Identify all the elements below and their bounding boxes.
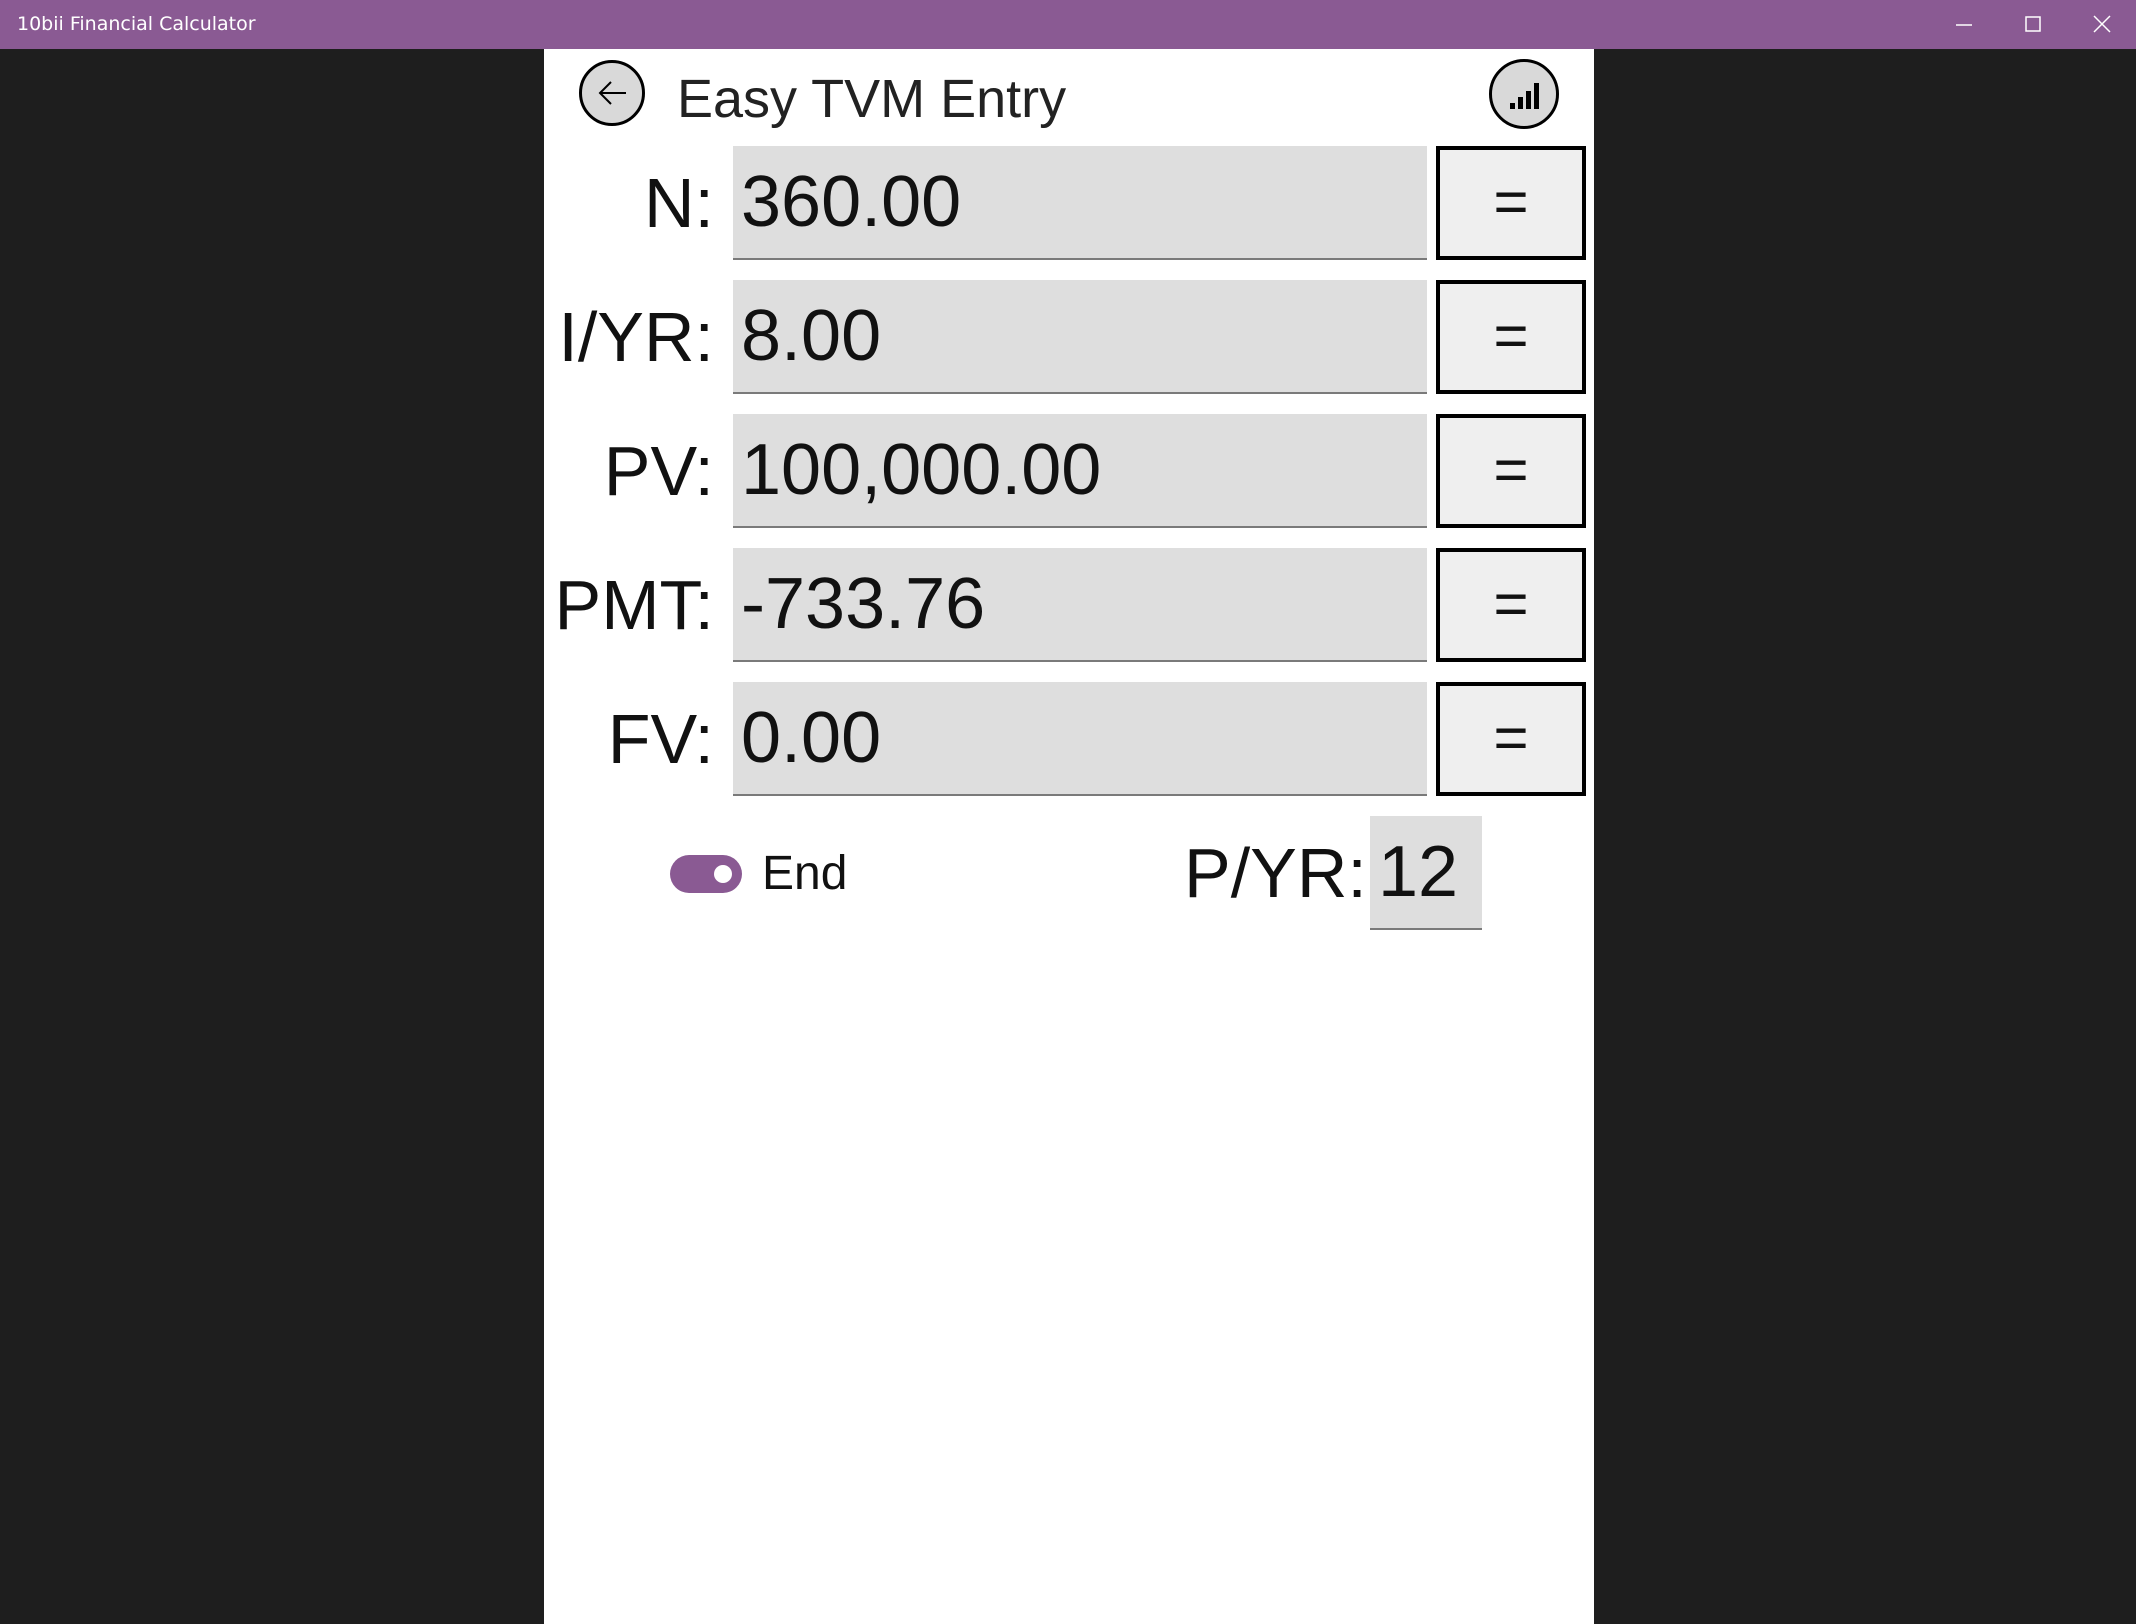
arrow-left-icon: [598, 81, 626, 105]
maximize-button[interactable]: [1999, 0, 2067, 49]
tvm-panel: Easy TVM Entry N: = I/YR: = PV: = PMT: =…: [544, 49, 1594, 1624]
compute-pmt-button[interactable]: =: [1436, 548, 1586, 662]
title-bar: 10bii Financial Calculator: [0, 0, 2136, 49]
pv-label: PV:: [603, 432, 714, 510]
end-toggle-label: End: [762, 847, 848, 900]
compute-pv-button[interactable]: =: [1436, 414, 1586, 528]
window-title: 10bii Financial Calculator: [17, 13, 256, 35]
n-label: N:: [644, 164, 714, 242]
tvm-row-iyr: I/YR: =: [544, 280, 1594, 394]
fv-label: FV:: [607, 700, 714, 778]
tvm-row-n: N: =: [544, 146, 1594, 260]
close-icon: [2093, 15, 2111, 33]
iyr-label: I/YR:: [558, 298, 714, 376]
minimize-button[interactable]: [1930, 0, 1998, 49]
pv-input[interactable]: [733, 414, 1427, 528]
minimize-icon: [1956, 24, 1972, 26]
pyr-label: P/YR:: [1184, 834, 1367, 912]
tvm-row-fv: FV: =: [544, 682, 1594, 796]
toggle-knob: [714, 865, 732, 883]
compute-n-button[interactable]: =: [1436, 146, 1586, 260]
pyr-input[interactable]: [1370, 816, 1482, 930]
chart-button[interactable]: [1489, 59, 1559, 129]
back-button[interactable]: [579, 60, 645, 126]
compute-iyr-button[interactable]: =: [1436, 280, 1586, 394]
end-toggle[interactable]: [670, 855, 742, 893]
iyr-input[interactable]: [733, 280, 1427, 394]
maximize-icon: [2025, 16, 2041, 32]
tvm-row-pv: PV: =: [544, 414, 1594, 528]
pmt-input[interactable]: [733, 548, 1427, 662]
compute-fv-button[interactable]: =: [1436, 682, 1586, 796]
n-input[interactable]: [733, 146, 1427, 260]
page-title: Easy TVM Entry: [677, 69, 1067, 129]
bar-chart-icon: [1510, 83, 1539, 109]
pmt-label: PMT:: [554, 566, 714, 644]
close-button[interactable]: [2068, 0, 2136, 49]
fv-input[interactable]: [733, 682, 1427, 796]
tvm-row-pmt: PMT: =: [544, 548, 1594, 662]
